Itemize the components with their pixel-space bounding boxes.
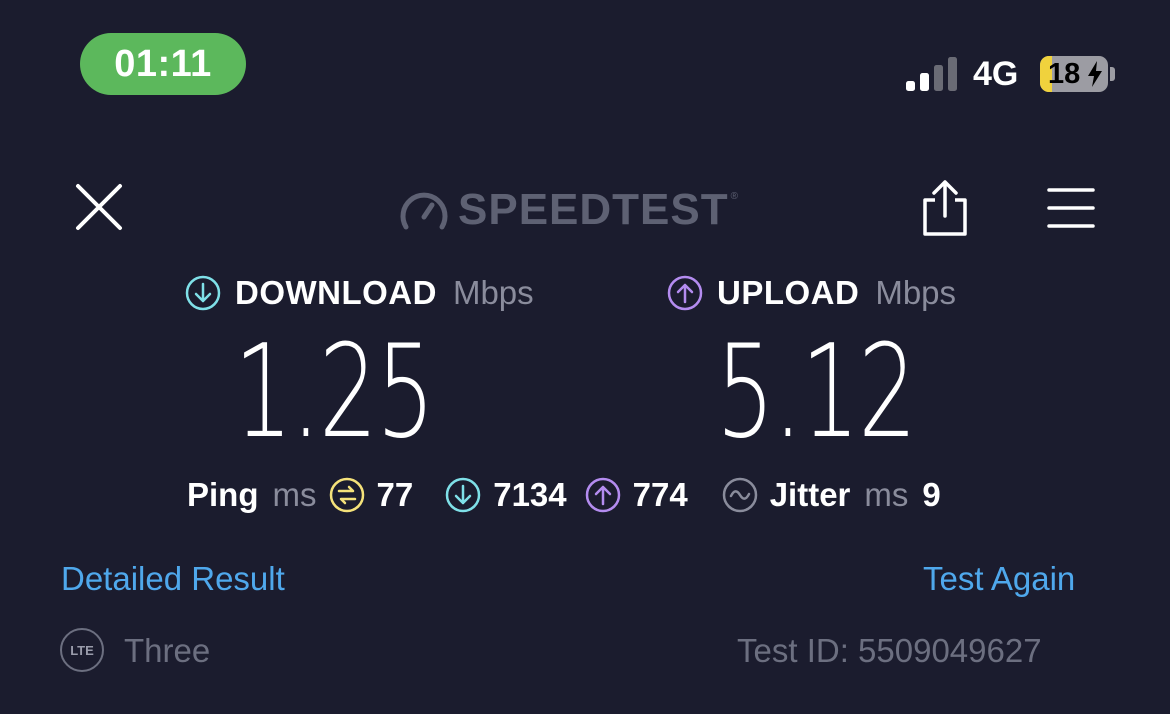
upload-arrow-icon <box>667 275 703 311</box>
battery-nub <box>1110 67 1115 81</box>
share-icon[interactable] <box>918 178 972 238</box>
ping-row: Ping ms 77 7134 774 Jitter ms 9 <box>187 473 941 517</box>
speedtest-logo: SPEEDTEST ® <box>398 183 738 237</box>
cellular-signal-icon <box>906 57 957 91</box>
download-header: DOWNLOAD Mbps <box>185 273 534 313</box>
test-again-link[interactable]: Test Again <box>923 560 1075 598</box>
network-type: 4G <box>973 55 1019 93</box>
test-id: Test ID: 5509049627 <box>737 632 1042 669</box>
detailed-result-link[interactable]: Detailed Result <box>61 560 285 598</box>
ping-upload-value: 774 <box>632 476 688 513</box>
lte-connection-icon: LTE <box>60 628 104 672</box>
download-unit: Mbps <box>452 274 534 311</box>
download-arrow-icon <box>185 275 221 311</box>
jitter-value: 9 <box>922 476 941 513</box>
idle-ping-icon <box>329 477 364 513</box>
menu-icon[interactable] <box>1046 184 1096 232</box>
ping-unit: ms <box>272 476 317 513</box>
battery-indicator: 18 <box>1040 56 1108 92</box>
download-value: 1.25 <box>234 318 435 467</box>
close-icon[interactable] <box>72 180 126 234</box>
jitter-unit: ms <box>864 476 909 513</box>
download-label: DOWNLOAD <box>235 274 437 311</box>
charging-bolt-icon <box>1088 61 1102 87</box>
battery-level: 18 <box>1048 58 1081 90</box>
logo-text: SPEEDTEST <box>458 185 729 234</box>
speedometer-icon <box>400 192 448 230</box>
upload-header: UPLOAD Mbps <box>667 273 956 313</box>
status-time: 01:11 <box>80 33 246 95</box>
upload-label: UPLOAD <box>717 274 860 311</box>
upload-value: 5.12 <box>716 318 917 467</box>
ping-label: Ping <box>187 476 259 513</box>
download-ping-icon <box>445 477 481 513</box>
carrier-name: Three <box>124 632 211 669</box>
ping-idle-value: 77 <box>376 476 414 513</box>
jitter-label: Jitter <box>769 476 851 513</box>
upload-ping-icon <box>585 477 620 513</box>
upload-unit: Mbps <box>875 274 957 311</box>
ping-download-value: 7134 <box>493 476 567 513</box>
jitter-wave-icon <box>722 477 757 513</box>
logo-trademark: ® <box>730 191 738 202</box>
